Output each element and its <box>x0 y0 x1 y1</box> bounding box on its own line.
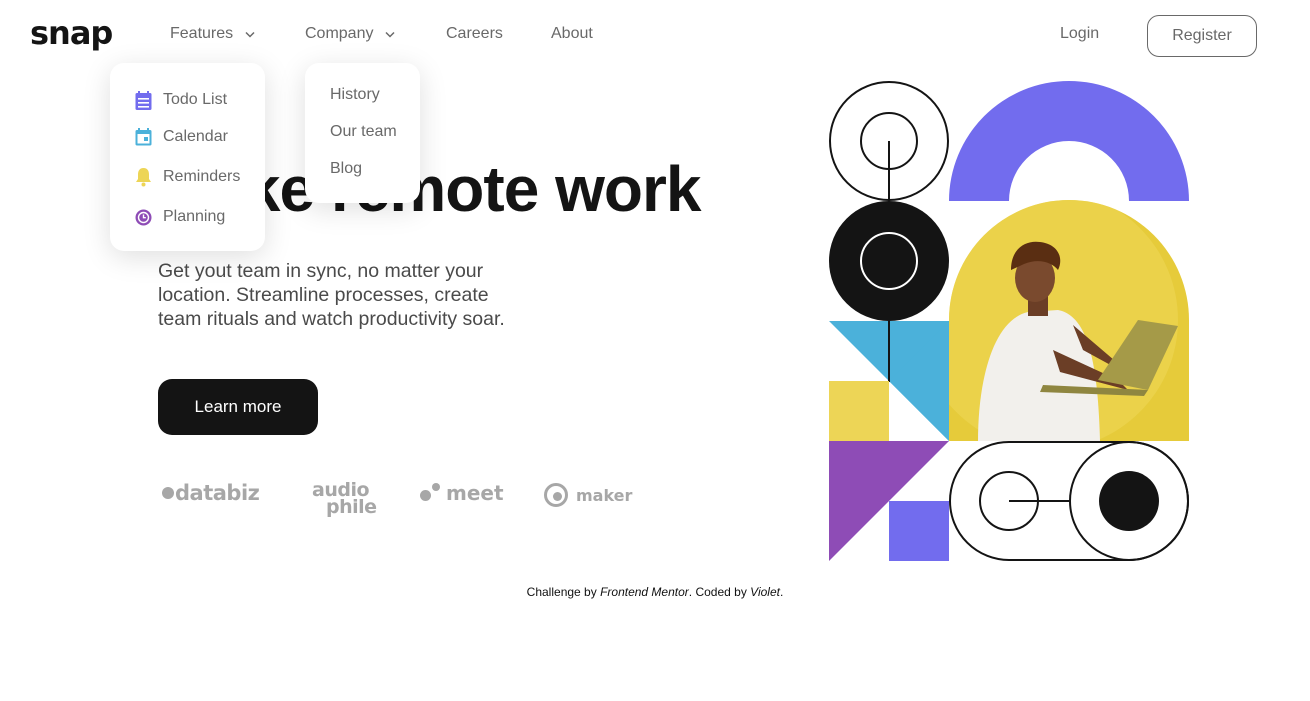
frontend-mentor-link[interactable]: Frontend Mentor <box>600 585 689 599</box>
attribution-prefix: Challenge by <box>526 585 601 599</box>
author-link[interactable]: Violet <box>750 585 780 599</box>
hero-description: Get yout team in sync, no matter your lo… <box>158 259 558 331</box>
audiophile-wordmark-bottom: phile <box>326 496 377 518</box>
blue-square-shape <box>889 501 949 561</box>
menu-item-calendar[interactable]: Calendar <box>132 126 228 148</box>
ring-shape <box>829 81 949 202</box>
person-photo <box>949 200 1189 441</box>
maker-wordmark: maker <box>576 485 633 505</box>
menu-item-blog[interactable]: Blog <box>330 160 362 178</box>
hero-illustration <box>829 81 1189 561</box>
nav-company[interactable]: Company <box>305 25 396 43</box>
menu-item-label: Planning <box>163 208 226 225</box>
hero-text-line: Get yout team in sync, no matter your <box>158 260 484 282</box>
chevron-down-icon <box>385 31 396 38</box>
audiophile-logo: audio phile <box>312 481 377 518</box>
purple-arch-shape <box>949 81 1189 201</box>
attribution-suffix: . <box>779 585 784 599</box>
nav-features[interactable]: Features <box>170 25 255 43</box>
maker-logo: maker <box>544 483 632 507</box>
hero-text-line: team rituals and watch productivity soar… <box>158 308 505 330</box>
hero-text-line: location. Streamline processes, create <box>158 284 489 306</box>
black-circle-shape <box>829 201 949 321</box>
menu-item-label: Todo List <box>163 91 228 108</box>
menu-item-label: Calendar <box>163 128 228 145</box>
login-link[interactable]: Login <box>1060 25 1099 43</box>
snap-logo[interactable]: snap <box>30 14 113 52</box>
databiz-wordmark: databiz <box>175 481 260 505</box>
menu-item-planning[interactable]: Planning <box>132 206 225 228</box>
features-dropdown: Todo List Calendar Reminders Planning <box>110 63 265 251</box>
nav-careers[interactable]: Careers <box>446 25 503 43</box>
nav-company-label: Company <box>305 25 374 42</box>
calendar-icon <box>132 126 154 148</box>
databiz-logo: databiz <box>162 481 260 505</box>
menu-item-label: Reminders <box>163 168 241 185</box>
pill-shape <box>949 441 1189 561</box>
bell-icon <box>132 166 154 188</box>
meet-dots-icon <box>420 483 442 503</box>
nav-about[interactable]: About <box>551 25 593 43</box>
maker-circle-icon <box>544 483 568 507</box>
menu-item-our-team[interactable]: Our team <box>330 123 397 141</box>
databiz-dot-icon <box>162 487 174 499</box>
clock-icon <box>132 206 154 228</box>
meet-wordmark: meet <box>446 481 504 505</box>
learn-more-button[interactable]: Learn more <box>158 379 318 435</box>
todo-icon <box>132 89 154 111</box>
company-dropdown: History Our team Blog <box>305 63 420 203</box>
menu-item-history[interactable]: History <box>330 86 380 104</box>
menu-item-reminders[interactable]: Reminders <box>132 166 240 188</box>
yellow-square-shape <box>829 381 889 441</box>
attribution-middle: . Coded by <box>688 585 751 599</box>
register-button[interactable]: Register <box>1147 15 1257 57</box>
attribution: Challenge by Frontend Mentor. Coded by V… <box>0 585 1310 599</box>
chevron-down-icon <box>245 31 255 38</box>
menu-item-todo-list[interactable]: Todo List <box>132 89 227 111</box>
meet-logo: meet <box>420 481 504 505</box>
nav-features-label: Features <box>170 25 234 42</box>
